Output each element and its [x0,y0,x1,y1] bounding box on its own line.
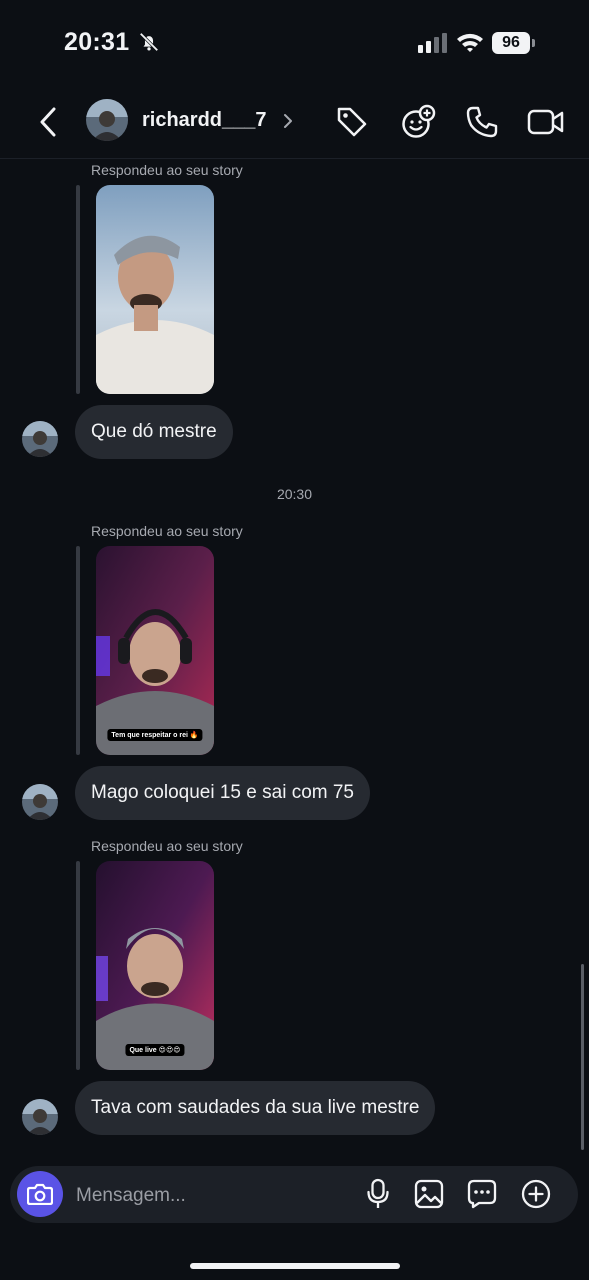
chat-sticker-button[interactable] [465,1177,499,1211]
add-button[interactable] [519,1177,553,1211]
reply-bar [76,546,80,755]
video-icon [527,109,564,135]
reply-bar [76,861,80,1070]
message-bubble[interactable]: Mago coloquei 15 e sai com 75 [75,766,370,820]
reply-label: Respondeu ao seu story [91,162,243,178]
contact-username[interactable]: richardd___7 [142,109,267,132]
sticker-button[interactable] [398,102,438,142]
reply-bar [76,185,80,394]
chat-header: richardd___7 [0,88,589,159]
story-caption: Tem que respeitar o rei 🔥 [107,729,203,741]
microphone-icon [367,1178,389,1208]
message-composer [10,1166,578,1223]
camera-icon [27,1183,53,1205]
microphone-button[interactable] [361,1177,395,1211]
story-thumbnail[interactable]: Que live 😍😍😍 [96,861,214,1070]
signal-icon [418,33,447,53]
chevron-right-icon[interactable] [280,110,296,132]
back-button[interactable] [30,102,66,142]
status-time: 20:31 [64,28,130,56]
sender-avatar[interactable] [22,1099,58,1135]
story-thumbnail[interactable]: Tem que respeitar o rei 🔥 [96,546,214,755]
message-bubble[interactable]: Que dó mestre [75,405,233,459]
reply-label: Respondeu ao seu story [91,523,243,539]
tag-icon [337,107,367,137]
story-caption: Que live 😍😍😍 [125,1044,185,1056]
bell-muted-icon [139,32,159,52]
phone-icon [466,106,498,138]
video-call-button[interactable] [526,102,566,142]
tag-button[interactable] [332,102,372,142]
message-bubble[interactable]: Tava com saudades da sua live mestre [75,1081,436,1135]
message-timestamp: 20:30 [276,486,313,502]
sticker-icon [402,104,436,138]
home-indicator[interactable] [190,1263,400,1269]
message-input[interactable] [74,1178,348,1214]
battery-icon: 96 [492,32,536,54]
chat-sticker-icon [467,1179,497,1209]
status-bar: 20:31 96 [0,0,589,88]
camera-button[interactable] [17,1171,63,1217]
sender-avatar[interactable] [22,421,58,457]
contact-avatar[interactable] [86,99,128,141]
gallery-icon [414,1179,444,1209]
plus-icon [521,1179,551,1209]
scrollbar[interactable] [581,964,584,1150]
reply-label: Respondeu ao seu story [91,838,243,854]
sender-avatar[interactable] [22,784,58,820]
battery-level: 96 [492,32,530,54]
wifi-icon [457,33,483,52]
story-thumbnail[interactable] [96,185,214,394]
voice-call-button[interactable] [462,102,502,142]
gallery-button[interactable] [412,1177,446,1211]
back-icon [40,107,56,137]
